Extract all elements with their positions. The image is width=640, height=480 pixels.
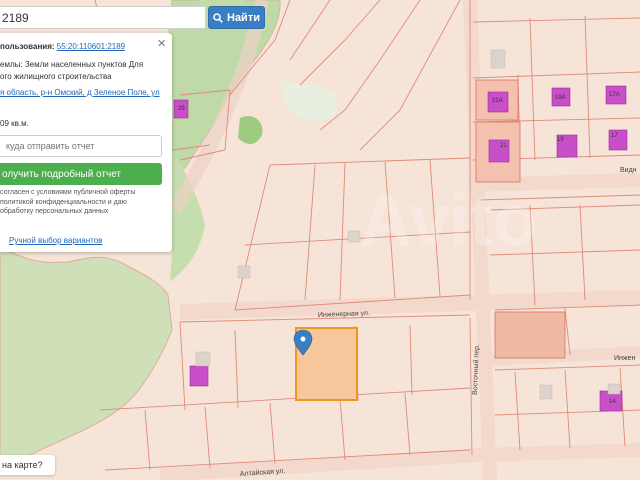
plot-label: 17 xyxy=(611,133,618,139)
address-link[interactable]: я область, р-н Омский, д Зеленое Поле, у… xyxy=(0,88,160,97)
category-line: емлы: Земли населенных пунктов Для xyxy=(0,60,144,69)
street-label: Инжен xyxy=(614,355,635,362)
search-icon xyxy=(213,12,223,23)
category-line: ого жилищного строительства xyxy=(0,72,112,81)
plot-label: 19А xyxy=(555,95,566,101)
close-icon[interactable]: ✕ xyxy=(157,39,167,50)
street-label: Видн xyxy=(620,167,637,174)
usage-row: пользования: 55:20:110601:2189 xyxy=(0,42,125,51)
email-input[interactable] xyxy=(0,135,162,157)
plot-label: 21 xyxy=(500,143,507,149)
plot-label: 19 xyxy=(557,137,564,143)
find-button[interactable]: Найти xyxy=(208,6,265,29)
manual-selection-link[interactable]: Ручной выбор вариантов xyxy=(9,236,102,245)
terms-line: обработку персональных данных xyxy=(0,208,109,215)
find-button-label: Найти xyxy=(227,11,260,24)
search-bar xyxy=(0,6,206,29)
terms-line: согласен с условиями публичной оферты xyxy=(0,189,136,196)
map-hint-button[interactable]: на карте? xyxy=(0,455,55,475)
plot-label: 14 xyxy=(609,399,616,405)
terms-text: согласен с условиями публичной оферты по… xyxy=(0,188,170,217)
parcel-info-panel: ✕ пользования: 55:20:110601:2189 емлы: З… xyxy=(0,33,172,252)
plot-label: 21А xyxy=(492,98,503,104)
usage-label: пользования: xyxy=(0,42,55,51)
search-input[interactable] xyxy=(0,7,202,28)
report-button[interactable]: олучить подробный отчет xyxy=(0,163,162,185)
terms-line: политикой конфиденциальности и даю xyxy=(0,198,127,206)
watermark: Avito xyxy=(360,181,537,261)
area-value: 09 кв.м. xyxy=(0,119,29,128)
cadastral-number-link[interactable]: 55:20:110601:2189 xyxy=(57,42,125,51)
plot-label: 17А xyxy=(609,92,620,98)
plot-label: 29 xyxy=(178,106,185,112)
